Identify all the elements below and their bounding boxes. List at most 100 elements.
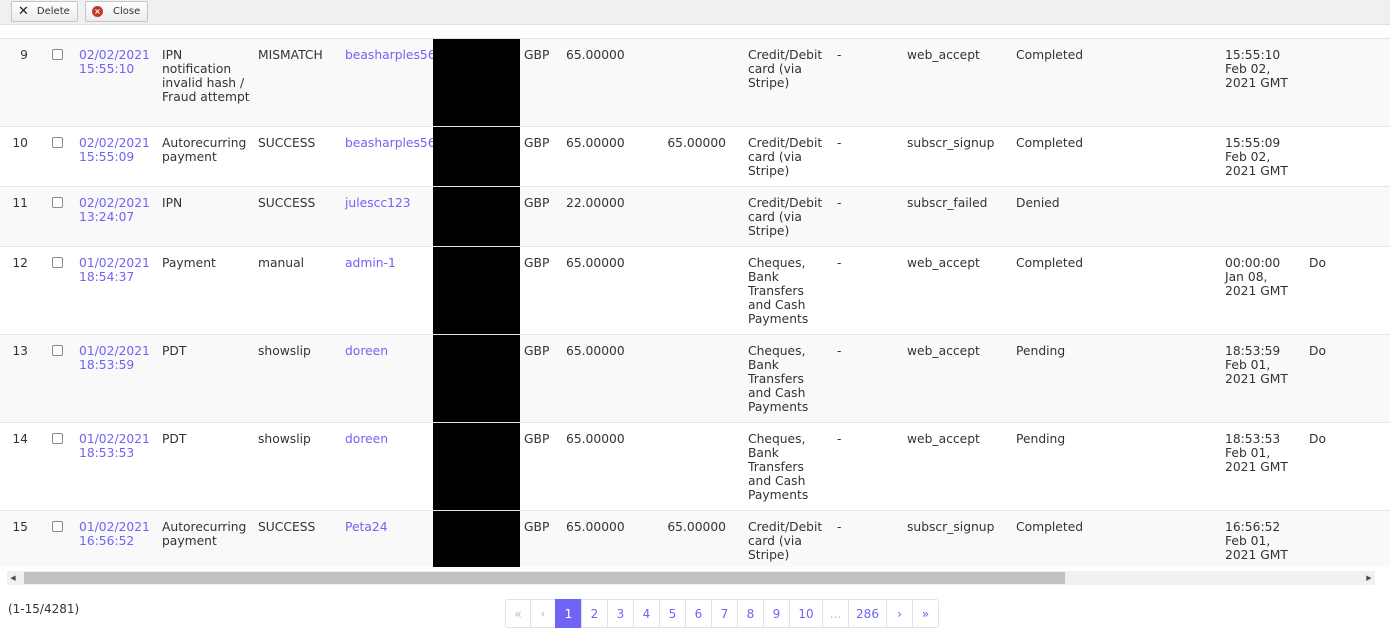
date-link[interactable]: 02/02/2021 13:24:07 (75, 186, 158, 246)
checkbox-box[interactable] (52, 136, 63, 148)
page-button-9[interactable]: 9 (763, 599, 790, 628)
close-button[interactable]: × Close (85, 1, 148, 22)
txn-type-cell-text: web_accept (907, 431, 980, 446)
row-checkbox[interactable] (40, 39, 75, 126)
row-number: 15 (0, 510, 40, 567)
page-button-1[interactable]: 1 (555, 599, 582, 628)
page-button-10[interactable]: 10 (789, 599, 823, 628)
user-link[interactable]: doreen (341, 422, 433, 510)
currency-cell-text: GBP (524, 431, 550, 446)
user-link[interactable]: admin-1 (341, 246, 433, 334)
user-link-text[interactable]: julescc123 (345, 196, 411, 210)
date-link-text[interactable]: 01/02/2021 18:53:59 (79, 344, 150, 372)
row-checkbox[interactable] (40, 126, 75, 186)
date-link-text[interactable]: 02/02/2021 15:55:10 (79, 48, 150, 76)
redacted-block (433, 334, 520, 422)
amount-cell-text: 65.00000 (566, 48, 625, 62)
user-link-text[interactable]: beasharples56 (345, 48, 433, 62)
state-cell: Completed (1012, 126, 1221, 186)
user-link[interactable]: Peta24 (341, 510, 433, 567)
date-link-text[interactable]: 02/02/2021 13:24:07 (79, 196, 150, 224)
delete-button[interactable]: ✕ Delete (11, 1, 78, 22)
state-cell-text: Completed (1016, 255, 1084, 270)
status-cell-text: SUCCESS (258, 519, 316, 534)
method-cell: Cheques, Bank Transfers and Cash Payment… (744, 246, 833, 334)
checkbox-box[interactable] (52, 196, 63, 208)
page-button-286[interactable]: 286 (848, 599, 887, 628)
user-link-text[interactable]: Peta24 (345, 520, 388, 534)
row-checkbox[interactable] (40, 422, 75, 510)
user-link-text[interactable]: admin-1 (345, 256, 396, 270)
user-link[interactable]: beasharples56 (341, 39, 433, 126)
row-number: 11 (0, 186, 40, 246)
date-link-text[interactable]: 01/02/2021 18:53:53 (79, 432, 150, 460)
page-button-8[interactable]: 8 (737, 599, 764, 628)
scroll-right-arrow-icon[interactable]: ▶ (1363, 571, 1375, 585)
page-prev-button[interactable]: ‹ (530, 599, 556, 628)
user-link[interactable]: beasharples56 (341, 126, 433, 186)
checkbox-box[interactable] (52, 256, 63, 268)
row-checkbox[interactable] (40, 246, 75, 334)
time-cell-text: 15:55:10 Feb 02, 2021 GMT (1225, 48, 1288, 90)
checkbox-box[interactable] (52, 432, 63, 444)
date-link[interactable]: 01/02/2021 18:53:53 (75, 422, 158, 510)
user-link[interactable]: doreen (341, 334, 433, 422)
extra-cell: Do (1305, 246, 1390, 334)
status-cell: MISMATCH (254, 39, 341, 126)
checkbox-box[interactable] (52, 344, 63, 356)
amount-cell: 65.00000 (562, 246, 630, 334)
row-checkbox[interactable] (40, 186, 75, 246)
time-cell-text: 18:53:53 Feb 01, 2021 GMT (1225, 431, 1288, 474)
currency-cell-text: GBP (524, 135, 550, 150)
page-first-button[interactable]: « (505, 599, 531, 628)
page-button-7[interactable]: 7 (711, 599, 738, 628)
amount-cell: 65.00000 (562, 422, 630, 510)
date-link[interactable]: 01/02/2021 18:54:37 (75, 246, 158, 334)
checkbox-box[interactable] (52, 49, 63, 60)
horizontal-scrollbar[interactable]: ◀ ▶ (7, 571, 1375, 585)
date-link[interactable]: 01/02/2021 16:56:52 (75, 510, 158, 567)
amount-cell-text: 65.00000 (566, 255, 625, 270)
time-cell-text: 18:53:59 Feb 01, 2021 GMT (1225, 343, 1288, 386)
extra-cell (1305, 39, 1390, 126)
row-checkbox[interactable] (40, 510, 75, 567)
user-link-text[interactable]: doreen (345, 432, 388, 446)
page-button-4[interactable]: 4 (633, 599, 660, 628)
user-link-text[interactable]: beasharples56 (345, 136, 433, 150)
currency-cell: GBP (520, 126, 562, 186)
page-button-5[interactable]: 5 (659, 599, 686, 628)
row-number: 12 (0, 246, 40, 334)
delete-x-icon: ✕ (18, 4, 29, 19)
row-checkbox[interactable] (40, 334, 75, 422)
scroll-left-arrow-icon[interactable]: ◀ (7, 571, 19, 585)
method-cell: Credit/Debit card (via Stripe) (744, 126, 833, 186)
dash-cell: - (833, 186, 903, 246)
date-link[interactable]: 01/02/2021 18:53:59 (75, 334, 158, 422)
state-cell: Pending (1012, 422, 1221, 510)
dash-cell: - (833, 510, 903, 567)
date-link[interactable]: 02/02/2021 15:55:10 (75, 39, 158, 126)
amount-cell-text: 65.00000 (566, 135, 625, 150)
date-link[interactable]: 02/02/2021 15:55:09 (75, 126, 158, 186)
currency-cell-text: GBP (524, 255, 550, 270)
user-link[interactable]: julescc123 (341, 186, 433, 246)
user-link-text[interactable]: doreen (345, 344, 388, 358)
scrollbar-thumb[interactable] (24, 572, 1065, 584)
date-link-text[interactable]: 02/02/2021 15:55:09 (79, 136, 150, 164)
status-cell: showslip (254, 422, 341, 510)
table-row: 13 01/02/2021 18:53:59 PDT showslip doreen GB… (0, 334, 1390, 422)
page-button-6[interactable]: 6 (685, 599, 712, 628)
checkbox-box[interactable] (52, 520, 63, 532)
time-cell-text: 00:00:00 Jan 08, 2021 GMT (1225, 255, 1288, 298)
page-button-2[interactable]: 2 (581, 599, 608, 628)
page-button-3[interactable]: 3 (607, 599, 634, 628)
page-ellipsis[interactable]: ... (822, 599, 849, 628)
dash-cell-text: - (837, 519, 842, 534)
date-link-text[interactable]: 01/02/2021 18:54:37 (79, 256, 150, 284)
state-cell-text: Pending (1016, 343, 1066, 358)
date-link-text[interactable]: 01/02/2021 16:56:52 (79, 520, 150, 548)
state-cell: Completed (1012, 39, 1221, 126)
page-last-button[interactable]: » (912, 599, 939, 628)
row-number-text: 11 (12, 195, 28, 210)
page-next-button[interactable]: › (886, 599, 913, 628)
